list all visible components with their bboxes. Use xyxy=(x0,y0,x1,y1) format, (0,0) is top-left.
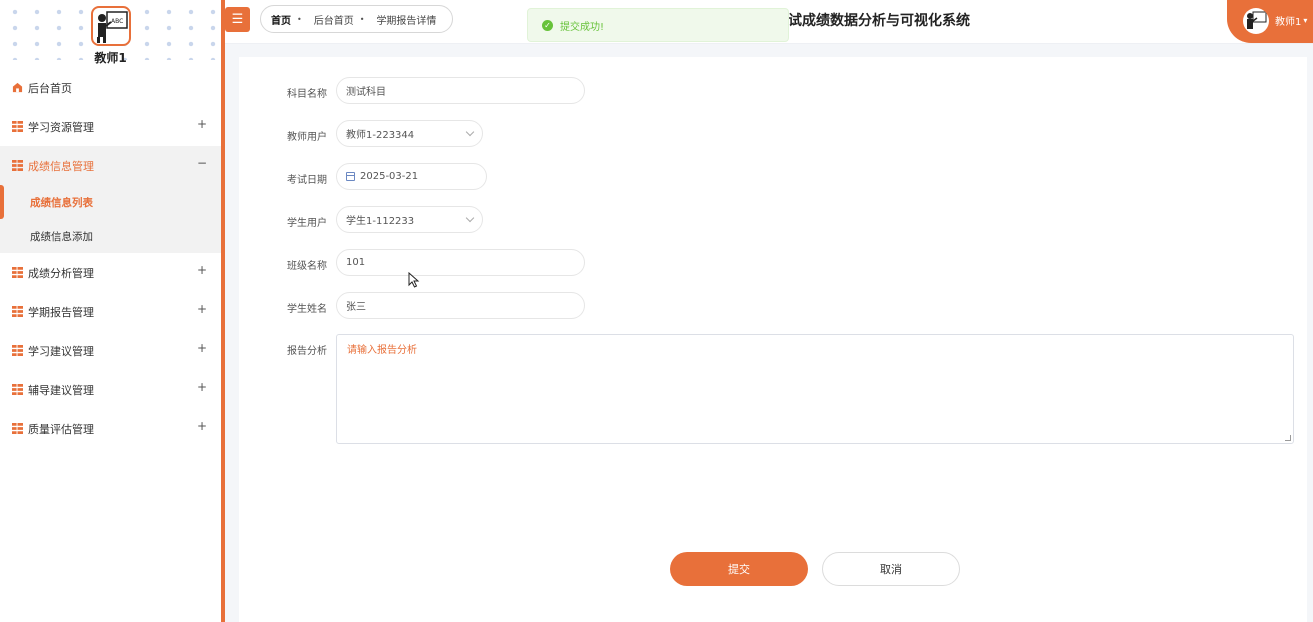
sidebar-item-learning-advice[interactable]: 学习建议管理 + xyxy=(0,331,221,370)
sidebar-subitem-grade-add[interactable]: 成绩信息添加 xyxy=(0,219,221,253)
mouse-cursor-icon xyxy=(408,272,420,288)
submit-button[interactable]: 提交 xyxy=(670,552,808,586)
grid-icon xyxy=(12,306,23,317)
sidebar-item-quality-assessment[interactable]: 质量评估管理 + xyxy=(0,409,221,448)
exam-date-picker[interactable]: 2025-03-21 xyxy=(336,163,487,190)
class-name-input[interactable]: 101 xyxy=(336,249,585,276)
sidebar-subitem-grade-list[interactable]: 成绩信息列表 xyxy=(0,185,221,219)
user-menu[interactable]: 教师1 ▾ xyxy=(1227,0,1313,43)
breadcrumb-separator: • xyxy=(359,14,365,24)
subject-input[interactable]: 测试科目 xyxy=(336,77,585,104)
sidebar-item-home[interactable]: 后台首页 xyxy=(0,68,221,107)
sidebar-brand: ABC 教师1 xyxy=(0,6,221,66)
teacher-value: 教师1-223344 xyxy=(346,130,415,141)
collapse-icon[interactable]: − xyxy=(197,156,207,170)
analysis-textarea[interactable] xyxy=(347,341,1283,437)
grid-icon xyxy=(12,423,23,434)
student-name-input[interactable]: 张三 xyxy=(336,292,585,319)
sidebar-item-label: 辅导建议管理 xyxy=(28,383,94,397)
student-label: 学生用户 xyxy=(287,218,327,229)
sidebar-item-label: 成绩信息管理 xyxy=(28,159,94,173)
sidebar-item-grade-analysis[interactable]: 成绩分析管理 + xyxy=(0,253,221,292)
analysis-label: 报告分析 xyxy=(287,346,327,357)
breadcrumb-item-current: 学期报告详情 xyxy=(376,15,437,27)
sidebar-item-grade-info[interactable]: 成绩信息管理 − xyxy=(0,146,221,185)
expand-icon[interactable]: + xyxy=(197,341,207,355)
sidebar-item-learning-resources[interactable]: 学习资源管理 + xyxy=(0,107,221,146)
exam-date-value: 2025-03-21 xyxy=(360,171,419,182)
teacher-label: 教师用户 xyxy=(287,132,327,143)
sidebar-accent-border xyxy=(221,0,225,622)
home-icon xyxy=(12,82,23,93)
exam-date-label: 考试日期 xyxy=(287,175,327,186)
menu-toggle-button[interactable]: ☰ xyxy=(225,7,250,32)
resize-handle-icon[interactable] xyxy=(1285,435,1291,441)
sidebar-item-label: 学期报告管理 xyxy=(28,305,94,319)
chevron-down-icon xyxy=(465,213,475,223)
chevron-down-icon xyxy=(465,127,475,137)
sidebar-item-label: 质量评估管理 xyxy=(28,422,94,436)
teacher-select[interactable]: 教师1-223344 xyxy=(336,120,483,147)
cancel-button[interactable]: 取消 xyxy=(822,552,960,586)
sidebar-username: 教师1 xyxy=(94,51,127,65)
breadcrumb-item-dashboard[interactable]: 后台首页 xyxy=(314,12,354,27)
user-name: 教师1 xyxy=(1275,17,1302,28)
student-name-value: 张三 xyxy=(346,302,366,313)
expand-icon[interactable]: + xyxy=(197,380,207,394)
sidebar-item-label: 后台首页 xyxy=(28,81,72,95)
sidebar-item-label: 学习资源管理 xyxy=(28,120,94,134)
success-toast: ✓ 提交成功! xyxy=(527,8,789,42)
check-circle-icon: ✓ xyxy=(542,19,553,31)
class-name-value: 101 xyxy=(346,257,366,268)
grid-icon xyxy=(12,121,23,132)
breadcrumb-separator: • xyxy=(297,14,302,24)
sidebar-item-semester-report[interactable]: 学期报告管理 + xyxy=(0,292,221,331)
chevron-down-icon: ▾ xyxy=(1303,16,1308,25)
expand-icon[interactable]: + xyxy=(197,117,207,131)
student-value: 学生1-112233 xyxy=(346,216,415,227)
subject-label: 科目名称 xyxy=(287,89,327,100)
breadcrumb: 首页 • 后台首页 • 学期报告详情 xyxy=(260,5,454,33)
student-select[interactable]: 学生1-112233 xyxy=(336,206,483,233)
teacher-avatar-icon: ABC xyxy=(90,6,131,46)
calendar-icon xyxy=(346,172,355,181)
system-title: 试成绩数据分析与可视化系统 xyxy=(788,13,970,29)
breadcrumb-item-home[interactable]: 首页 xyxy=(271,12,291,27)
user-avatar-icon xyxy=(1243,7,1269,34)
grid-icon xyxy=(12,384,23,395)
class-name-label: 班级名称 xyxy=(287,261,327,272)
student-name-label: 学生姓名 xyxy=(287,304,327,315)
expand-icon[interactable]: + xyxy=(197,419,207,433)
grid-icon xyxy=(12,345,23,356)
sidebar-menu: 后台首页 学习资源管理 + 成绩信息管理 − 成绩信息列表 成绩信息添加 成绩分… xyxy=(0,68,221,448)
svg-text:ABC: ABC xyxy=(111,18,123,25)
sidebar-item-label: 学习建议管理 xyxy=(28,344,94,358)
sidebar-item-tutoring-advice[interactable]: 辅导建议管理 + xyxy=(0,370,221,409)
expand-icon[interactable]: + xyxy=(197,263,207,277)
grid-icon xyxy=(12,267,23,278)
grid-icon xyxy=(12,160,23,171)
subject-value: 测试科目 xyxy=(346,87,386,98)
grade-info-submenu: 成绩信息列表 成绩信息添加 xyxy=(0,185,221,253)
expand-icon[interactable]: + xyxy=(197,302,207,316)
sidebar-item-label: 成绩分析管理 xyxy=(28,266,94,280)
analysis-textarea-wrapper xyxy=(336,334,1294,444)
sidebar: ABC 教师1 后台首页 学习资源管理 + 成绩信息管理 − 成绩信息列表 成绩… xyxy=(0,0,221,622)
toast-message: 提交成功! xyxy=(560,21,605,33)
